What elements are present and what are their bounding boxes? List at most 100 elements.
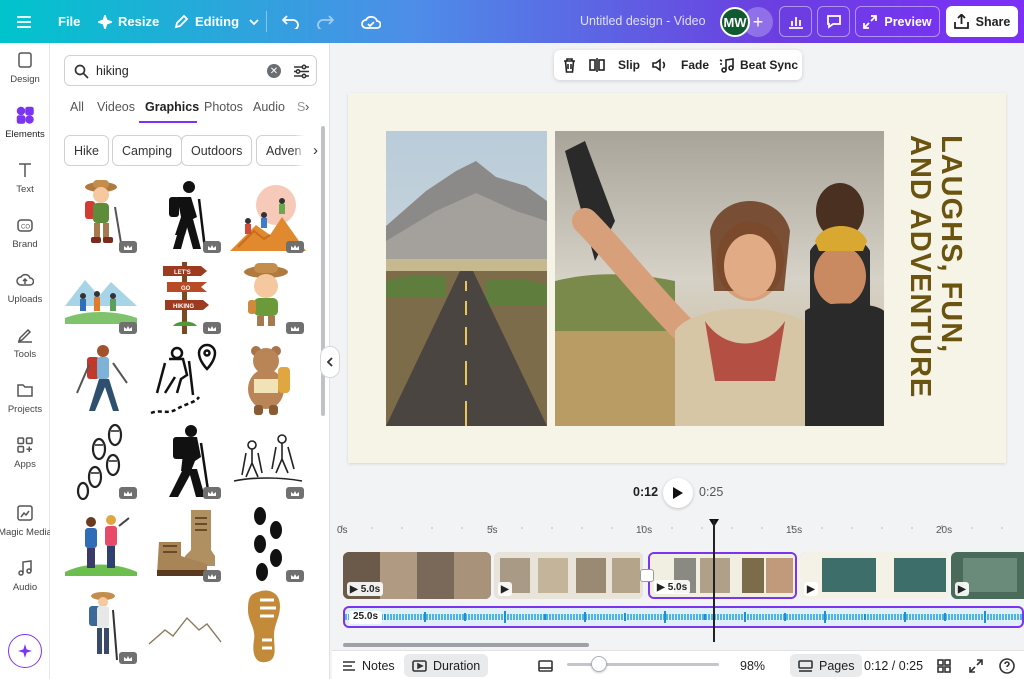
video-icon: ▶ bbox=[501, 583, 509, 595]
clear-search-icon[interactable]: ✕ bbox=[267, 64, 281, 78]
zoom-level[interactable]: 98% bbox=[740, 651, 765, 679]
notes-button[interactable]: Notes bbox=[342, 651, 395, 679]
graphic-boot-sole[interactable] bbox=[230, 588, 306, 666]
graphic-hiker-black-silhouette[interactable] bbox=[147, 423, 223, 501]
rail-item-text[interactable]: Text bbox=[0, 161, 50, 211]
timeline-clip-selected[interactable]: ▶ 5.0s bbox=[648, 552, 797, 599]
chips-scroll-right[interactable]: › bbox=[294, 135, 318, 166]
collapse-panel-button[interactable] bbox=[320, 346, 340, 378]
graphic-boot-prints[interactable] bbox=[230, 506, 306, 584]
undo-icon bbox=[282, 14, 299, 29]
graphic-woman-hiker[interactable] bbox=[63, 588, 139, 666]
insights-button[interactable] bbox=[779, 6, 812, 37]
share-button[interactable]: Share bbox=[946, 6, 1018, 37]
transition-icon[interactable] bbox=[640, 569, 654, 582]
preview-button[interactable]: Preview bbox=[855, 6, 940, 37]
tab-photos[interactable]: Photos bbox=[204, 100, 243, 114]
rail-item-audio[interactable]: Audio bbox=[0, 559, 50, 609]
graphic-hikers-sketch[interactable] bbox=[230, 423, 306, 501]
tab-audio[interactable]: Audio bbox=[253, 100, 285, 114]
search-input[interactable]: hiking bbox=[96, 64, 129, 78]
rail-item-tools[interactable]: Tools bbox=[0, 326, 50, 376]
headline-vertical-text[interactable]: LAUGHS, FUN, AND ADVENTURE bbox=[896, 131, 966, 426]
filter-sliders-icon[interactable] bbox=[293, 64, 310, 79]
graphic-hiking-boots[interactable] bbox=[147, 506, 223, 584]
resize-button[interactable]: Resize bbox=[98, 0, 159, 43]
audio-track[interactable]: 25.0s bbox=[343, 606, 1024, 628]
zoom-slider-handle[interactable] bbox=[591, 656, 607, 672]
editing-mode-dropdown[interactable]: Editing bbox=[173, 0, 259, 43]
comments-button[interactable] bbox=[817, 6, 850, 37]
chip-camping[interactable]: Camping bbox=[112, 135, 183, 166]
graphic-kid-hiker[interactable] bbox=[63, 177, 139, 255]
play-icon bbox=[673, 487, 683, 499]
graphic-hiker-line-map-pin[interactable] bbox=[147, 341, 223, 419]
tab-graphics[interactable]: Graphics bbox=[145, 100, 199, 114]
view-mode-button[interactable] bbox=[538, 651, 553, 679]
chip-outdoors[interactable]: Outdoors bbox=[181, 135, 253, 166]
avatar[interactable]: MW bbox=[720, 7, 750, 37]
graphic-scout-kid[interactable] bbox=[230, 258, 306, 336]
rail-item-projects[interactable]: Projects bbox=[0, 381, 50, 431]
rail-item-uploads[interactable]: Uploads bbox=[0, 271, 50, 321]
volume-button[interactable] bbox=[651, 50, 668, 80]
graphic-hikers-group[interactable] bbox=[63, 258, 139, 336]
cloud-upload-icon bbox=[16, 273, 34, 286]
graphic-go-hiking-sign[interactable]: LET'S GO HIKING bbox=[147, 258, 223, 336]
undo-button[interactable] bbox=[282, 0, 299, 43]
rail-item-apps[interactable]: Apps bbox=[0, 436, 50, 486]
timeline-clip[interactable]: ▶ bbox=[951, 552, 1024, 599]
grid-view-button[interactable] bbox=[937, 651, 951, 679]
zoom-slider-track[interactable] bbox=[567, 663, 719, 666]
pages-icon bbox=[798, 659, 813, 672]
split-button[interactable] bbox=[589, 50, 605, 80]
playhead[interactable] bbox=[713, 520, 715, 642]
menu-button[interactable] bbox=[16, 0, 32, 43]
redo-button[interactable] bbox=[317, 0, 334, 43]
duration-label: Duration bbox=[433, 658, 481, 673]
split-icon bbox=[589, 58, 605, 72]
rail-label: Uploads bbox=[7, 294, 43, 305]
tab-all[interactable]: All bbox=[70, 100, 84, 114]
timeline-clip[interactable]: ▶ bbox=[494, 552, 643, 599]
fade-label: Fade bbox=[681, 58, 710, 72]
text-icon bbox=[19, 163, 31, 177]
search-field[interactable]: hiking ✕ bbox=[64, 55, 317, 86]
bear-hiker-graphic bbox=[248, 346, 290, 415]
save-status-button[interactable] bbox=[361, 0, 381, 43]
selfie-photo[interactable] bbox=[555, 131, 884, 426]
duration-button[interactable]: Duration bbox=[404, 654, 489, 677]
timeline-scrollbar[interactable] bbox=[343, 643, 589, 647]
chip-hike[interactable]: Hike bbox=[64, 135, 110, 166]
document-title[interactable]: Untitled design - Video bbox=[580, 0, 706, 43]
graphic-couple-hiking[interactable] bbox=[63, 506, 139, 584]
graphic-bear-hiker[interactable] bbox=[230, 341, 306, 419]
graphic-hiker-silhouette[interactable] bbox=[147, 177, 223, 255]
graphic-mountain-outline[interactable] bbox=[147, 588, 223, 666]
graphic-backpacker-walking[interactable] bbox=[63, 341, 139, 419]
rail-item-design[interactable]: Design bbox=[0, 51, 50, 101]
clip-duration-badge: ▶ 5.0s bbox=[654, 580, 691, 594]
play-button[interactable] bbox=[663, 478, 693, 508]
tab-videos[interactable]: Videos bbox=[97, 100, 135, 114]
delete-button[interactable] bbox=[562, 50, 577, 80]
chevron-right-icon[interactable]: › bbox=[305, 99, 309, 114]
rail-item-elements[interactable]: Elements bbox=[0, 106, 50, 156]
graphic-footprints[interactable] bbox=[63, 423, 139, 501]
fullscreen-button[interactable] bbox=[969, 651, 983, 679]
magic-assistant-button[interactable] bbox=[8, 634, 42, 668]
graphic-mountain-climbers[interactable] bbox=[230, 177, 306, 255]
road-photo[interactable] bbox=[386, 131, 547, 426]
timeline-clip[interactable]: ▶ bbox=[800, 552, 948, 599]
timeline-clip[interactable]: ▶ 5.0s bbox=[343, 552, 491, 599]
rail-item-magic-media[interactable]: Magic Media bbox=[0, 504, 52, 554]
slip-button[interactable]: Slip bbox=[618, 50, 640, 80]
pages-button[interactable]: Pages bbox=[790, 654, 863, 677]
fade-button[interactable]: Fade bbox=[681, 50, 709, 80]
rail-item-brand[interactable]: CO Brand bbox=[0, 216, 50, 266]
beat-sync-button[interactable]: Beat Sync bbox=[719, 50, 798, 80]
help-button[interactable] bbox=[999, 651, 1015, 679]
file-label: File bbox=[58, 14, 81, 29]
file-menu[interactable]: File bbox=[58, 0, 80, 43]
notes-icon bbox=[343, 660, 355, 671]
